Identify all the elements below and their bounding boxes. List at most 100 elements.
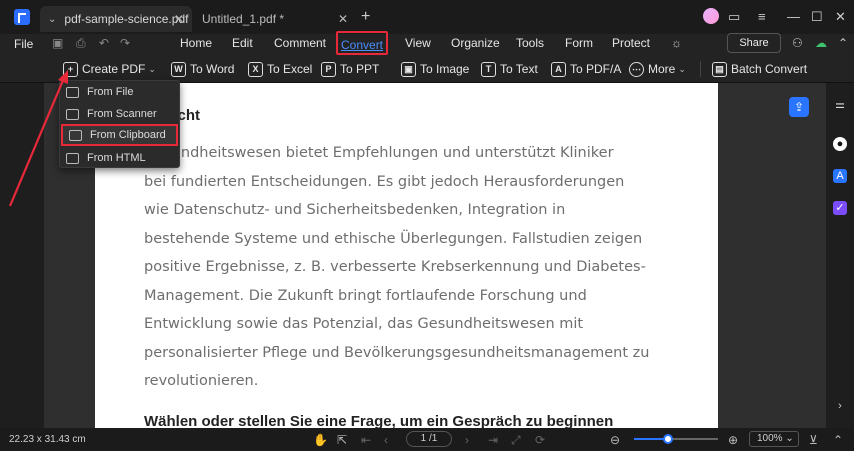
page-number-input[interactable]: 1 /1 (406, 431, 452, 447)
paragraph-line: bestehende Systeme und ethische Überlegu… (144, 230, 643, 247)
excel-icon: X (248, 61, 263, 77)
maximize-icon[interactable]: ☐ (811, 9, 823, 25)
title-bar: ⌄ pdf-sample-science.pdf ✕ Untitled_1.pd… (0, 0, 854, 34)
menu-comment[interactable]: Comment (274, 36, 326, 50)
zoom-slider[interactable] (634, 434, 718, 444)
to-image-button[interactable]: ▣ To Image (401, 59, 469, 79)
check-icon[interactable]: ✓ (833, 201, 847, 215)
chevron-down-icon: ⌄ (678, 63, 686, 74)
folder-icon (66, 86, 79, 98)
to-pdfa-button[interactable]: A To PDF/A (551, 59, 621, 79)
create-pdf-button[interactable]: + Create PDF ⌄ (63, 59, 156, 79)
lightbulb-icon[interactable]: ☼ (671, 36, 682, 50)
hand-tool-icon[interactable]: ✋ (313, 433, 328, 447)
share-button[interactable]: Share (727, 33, 781, 53)
cloud-sync-icon[interactable]: ☁ (815, 36, 827, 50)
image-icon: ▣ (401, 61, 416, 77)
paragraph-line: revolutionieren. (144, 373, 259, 389)
from-scanner-option[interactable]: From Scanner (60, 103, 181, 125)
new-tab-button[interactable]: + (361, 8, 370, 26)
to-word-button[interactable]: W To Word (171, 59, 234, 79)
message-icon[interactable]: ▭ (728, 9, 740, 25)
zoom-in-icon[interactable]: ⊕ (728, 433, 738, 447)
first-page-icon[interactable]: ⇤ (361, 433, 371, 447)
last-page-icon[interactable]: ⇥ (488, 433, 498, 447)
zoom-slider-handle[interactable] (662, 434, 673, 444)
select-tool-icon[interactable]: ⇱ (337, 433, 347, 447)
collapse-icon[interactable]: ⌃ (838, 36, 848, 50)
upload-icon[interactable]: ⇪ (789, 97, 809, 117)
zoom-value: 100% (757, 433, 783, 444)
connect-icon[interactable]: ⚇ (792, 36, 803, 50)
zoom-select[interactable]: 100% ⌄ (749, 431, 799, 447)
ai-assistant-icon[interactable]: ● (833, 137, 847, 151)
close-tab-icon[interactable]: ✕ (174, 12, 184, 26)
convert-toolbar: + Create PDF ⌄ W To Word X To Excel P To… (0, 55, 854, 83)
paragraph-line: Gesundheitswesen bietet Empfehlungen und… (144, 145, 614, 161)
menu-convert[interactable]: Convert (336, 31, 389, 55)
chevron-down-icon[interactable]: ⌄ (48, 14, 56, 25)
more-button[interactable]: ⋯ More ⌄ (629, 59, 686, 79)
app-logo-icon[interactable] (14, 9, 30, 25)
chevron-right-icon[interactable]: › (833, 399, 847, 413)
to-pdfa-label: To PDF/A (570, 62, 622, 76)
to-image-label: To Image (420, 62, 470, 76)
to-excel-label: To Excel (267, 62, 313, 76)
redo-icon[interactable]: ↷ (120, 36, 130, 50)
from-clipboard-option[interactable]: From Clipboard (61, 124, 178, 146)
properties-icon[interactable]: ⚌ (833, 98, 847, 112)
status-bar: 22.23 x 31.43 cm ✋ ⇱ ⇤ ‹ 1 /1 › ⇥ ⤢ ⟳ ⊖ … (0, 428, 854, 451)
pdfa-icon: A (551, 61, 566, 77)
menu-bar: File ▣ ⎙ ↶ ↷ Home Edit Comment Convert V… (0, 31, 854, 55)
tab-label: Untitled_1.pdf * (202, 12, 285, 26)
menu-organize[interactable]: Organize (451, 36, 500, 50)
pdf-page[interactable]: sicht Gesundheitswesen bietet Empfehlung… (95, 83, 718, 428)
print-icon[interactable]: ⎙ (76, 36, 86, 51)
right-sidebar: ⚌ ● A ✓ › (826, 83, 854, 428)
tab-pdf-sample-science[interactable]: ⌄ pdf-sample-science.pdf ✕ (40, 6, 192, 32)
menu-file[interactable]: File (14, 37, 33, 51)
to-ppt-button[interactable]: P To PPT (321, 59, 379, 79)
fit-width-icon[interactable]: ⊻ (809, 433, 818, 447)
next-page-icon[interactable]: › (465, 433, 469, 447)
to-excel-button[interactable]: X To Excel (248, 59, 312, 79)
option-label: From Clipboard (90, 129, 166, 141)
prev-page-icon[interactable]: ‹ (384, 433, 388, 447)
menu-home[interactable]: Home (180, 36, 212, 50)
to-text-button[interactable]: T To Text (481, 59, 538, 79)
paragraph-line: personalisierter Pflege und Bevölkerungs… (144, 344, 650, 361)
zoom-out-icon[interactable]: ⊖ (610, 433, 620, 447)
clipboard-icon (69, 129, 82, 141)
tab-untitled[interactable]: Untitled_1.pdf * ✕ (196, 6, 356, 32)
save-icon[interactable]: ▣ (52, 36, 63, 50)
more-label: More (648, 62, 676, 76)
option-label: From HTML (87, 152, 146, 164)
close-window-icon[interactable]: ✕ (835, 9, 846, 25)
from-file-option[interactable]: From File (60, 81, 181, 103)
create-pdf-dropdown: From File From Scanner From Clipboard Fr… (59, 80, 180, 168)
toolbar-divider (700, 61, 701, 77)
menu-protect[interactable]: Protect (612, 36, 650, 50)
text-icon: T (481, 61, 496, 77)
menu-form[interactable]: Form (565, 36, 593, 50)
rotate-icon[interactable]: ⟳ (535, 433, 545, 447)
minimize-icon[interactable]: — (787, 9, 800, 24)
menu-tools[interactable]: Tools (516, 36, 544, 50)
menu-edit[interactable]: Edit (232, 36, 253, 50)
close-tab-icon[interactable]: ✕ (338, 12, 348, 26)
translate-icon[interactable]: A (833, 169, 847, 183)
fit-page-icon[interactable]: ⤢ (511, 433, 521, 448)
batch-convert-label: Batch Convert (731, 62, 808, 76)
batch-icon: ▤ (712, 61, 727, 77)
collapse-status-icon[interactable]: ⌃ (833, 433, 843, 447)
html-icon (66, 152, 79, 164)
undo-icon[interactable]: ↶ (99, 36, 109, 50)
from-html-option[interactable]: From HTML (60, 147, 181, 169)
menu-icon[interactable]: ≡ (758, 9, 766, 24)
batch-convert-button[interactable]: ▤ Batch Convert (712, 59, 807, 79)
menu-view[interactable]: View (405, 36, 431, 50)
option-label: From File (87, 86, 134, 98)
option-label: From Scanner (87, 108, 157, 120)
avatar[interactable] (703, 8, 719, 24)
scanner-icon (66, 108, 79, 120)
